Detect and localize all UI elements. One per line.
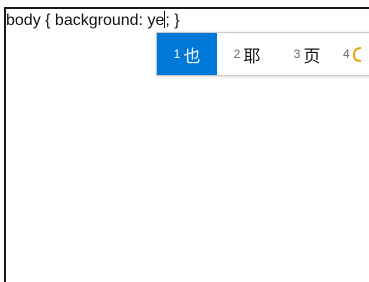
code-line[interactable]: body { background: ye; }: [6, 11, 180, 30]
candidate-partial-glyph: [352, 47, 361, 62]
candidate-number: 2: [233, 47, 241, 61]
candidate-number: 1: [173, 47, 181, 61]
ime-candidate-2[interactable]: 2 耶: [217, 33, 277, 75]
candidate-text: 页: [303, 46, 321, 66]
ime-candidate-4[interactable]: 4: [343, 33, 369, 75]
ime-candidate-3[interactable]: 3 页: [277, 33, 337, 75]
code-text-after-caret: ; }: [165, 12, 180, 29]
candidate-text: 也: [183, 46, 201, 66]
ime-candidate-bar: 1 也 2 耶 3 页 4: [156, 32, 369, 76]
ime-candidate-1[interactable]: 1 也: [157, 33, 217, 75]
candidate-number: 3: [293, 47, 301, 61]
candidate-number: 4: [343, 47, 350, 61]
code-text-before-caret: body { background: ye: [6, 12, 165, 29]
candidate-text: 耶: [243, 46, 261, 66]
